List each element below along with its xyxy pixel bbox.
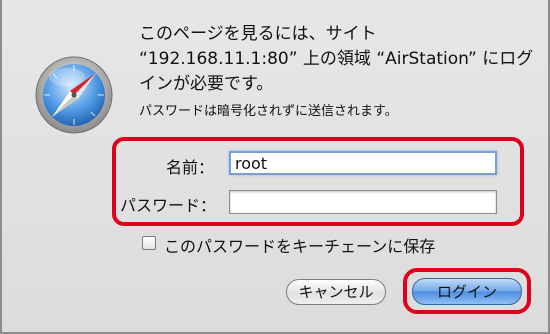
- name-label: 名前：: [166, 158, 215, 177]
- password-field[interactable]: [229, 190, 497, 214]
- save-keychain-checkbox[interactable]: [142, 236, 156, 250]
- login-button[interactable]: ログイン: [412, 278, 522, 305]
- save-keychain-label[interactable]: このパスワードをキーチェーンに保存: [164, 233, 435, 257]
- dialog-message: このページを見るには、サイト “192.168.11.1:80” 上の領域 “A…: [139, 22, 534, 97]
- name-field[interactable]: [229, 151, 497, 175]
- dialog-message-line: このページを見るには、サイト: [139, 24, 377, 44]
- dialog-message-line: “192.168.11.1:80” 上の領域 “AirStation” にログ: [139, 49, 534, 69]
- dialog-message-line: インが必要です。: [139, 74, 274, 94]
- encryption-note: パスワードは暗号化されずに送信されます。: [139, 104, 398, 119]
- cancel-button[interactable]: キャンセル: [286, 279, 386, 305]
- safari-compass-icon: [35, 56, 113, 134]
- password-label: パスワード：: [120, 196, 217, 215]
- login-dialog: このページを見るには、サイト “192.168.11.1:80” 上の領域 “A…: [0, 0, 550, 334]
